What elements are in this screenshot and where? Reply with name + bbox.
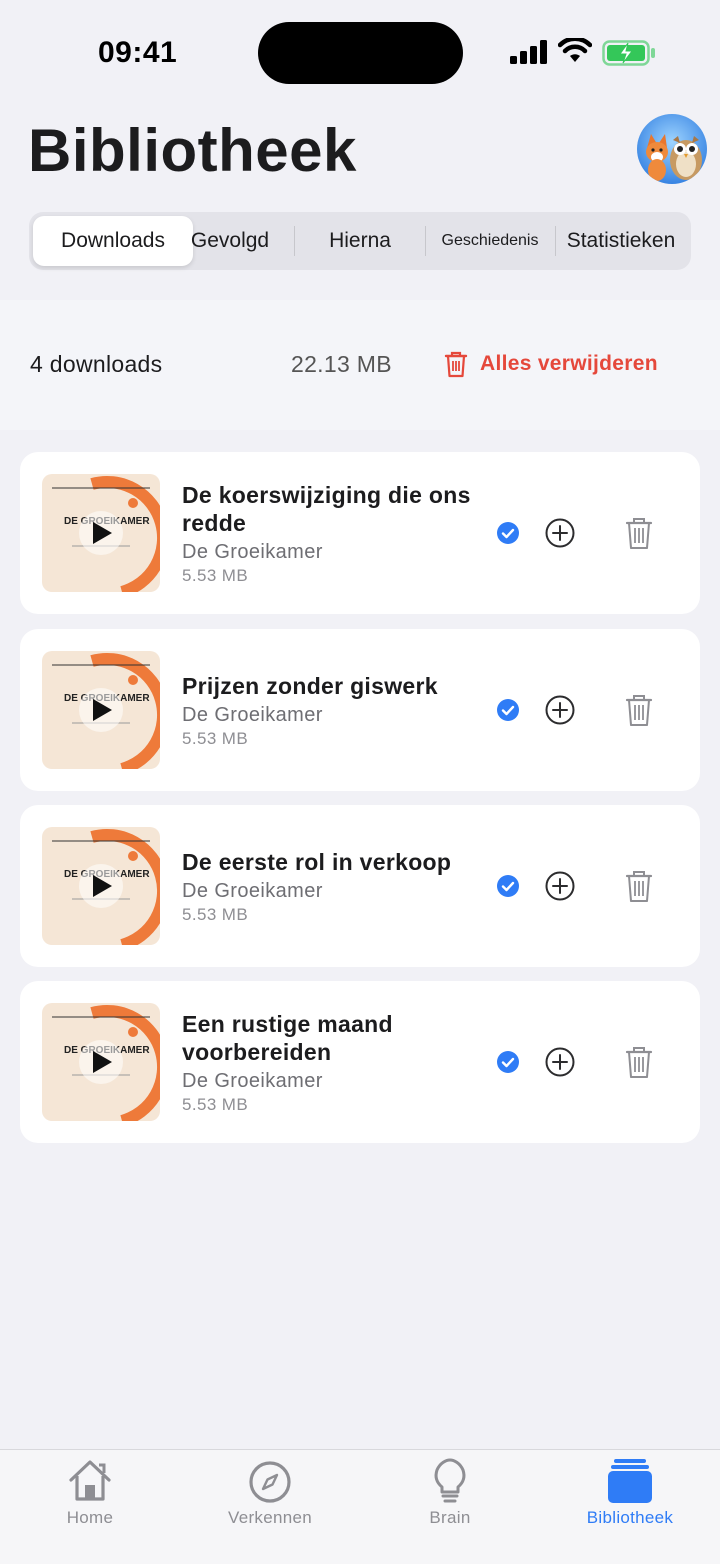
download-item[interactable]: DE GROEIKAMER De koerswijziging die ons … — [20, 452, 700, 614]
dynamic-island — [258, 22, 463, 84]
nav-brain[interactable]: Brain — [360, 1450, 540, 1564]
nav-home[interactable]: Home — [0, 1450, 180, 1564]
episode-artwork[interactable]: DE GROEIKAMER — [42, 827, 160, 945]
library-icon — [608, 1459, 652, 1503]
download-count: 4 downloads — [30, 351, 163, 377]
episode-title: De koerswijziging die ons redde — [182, 481, 471, 536]
nav-label: Home — [66, 1508, 114, 1527]
podcast-name: De Groeikamer — [182, 1069, 323, 1092]
home-icon — [69, 1460, 111, 1501]
episode-artwork[interactable]: DE GROEIKAMER — [42, 474, 160, 592]
trash-icon — [444, 351, 468, 378]
episode-file-size: 5.53 MB — [182, 728, 249, 748]
episode-file-size: 5.53 MB — [182, 1094, 249, 1114]
status-bar: 09:41 — [0, 0, 720, 100]
download-total-size: 22.13 MB — [291, 351, 392, 377]
nav-bibliotheek[interactable]: Bibliotheek — [540, 1450, 720, 1564]
episode-title: Een rustige maand voorbereiden — [182, 1010, 393, 1065]
avatar-illustration — [637, 114, 707, 184]
page-title: Bibliotheek — [28, 117, 357, 184]
delete-all-button[interactable]: Alles verwijderen — [444, 350, 658, 378]
add-to-queue-icon[interactable] — [544, 870, 576, 902]
artwork-graphic: DE GROEIKAMER — [42, 827, 160, 945]
artwork-graphic: DE GROEIKAMER — [42, 1003, 160, 1121]
podcast-name: De Groeikamer — [182, 540, 323, 563]
tab-geschiedenis[interactable]: Geschiedenis — [426, 212, 554, 270]
episode-file-size: 5.53 MB — [182, 565, 249, 585]
podcast-name: De Groeikamer — [182, 879, 323, 902]
episode-info: Prijzen zonder giswerk De Groeikamer 5.5… — [182, 629, 482, 791]
episode-file-size: 5.53 MB — [182, 904, 249, 924]
wifi-icon — [558, 38, 592, 62]
delete-download-icon[interactable] — [624, 1045, 654, 1079]
delete-all-label: Alles verwijderen — [480, 352, 658, 375]
add-to-queue-icon[interactable] — [544, 517, 576, 549]
episode-artwork[interactable]: DE GROEIKAMER — [42, 651, 160, 769]
tab-gevolgd[interactable]: Gevolgd — [165, 212, 295, 270]
battery-charging-icon — [602, 40, 655, 66]
cellular-signal-icon — [510, 40, 547, 64]
profile-avatar[interactable] — [637, 114, 707, 184]
delete-download-icon[interactable] — [624, 693, 654, 727]
downloaded-check-icon — [497, 875, 519, 897]
add-to-queue-icon[interactable] — [544, 1046, 576, 1078]
nav-label: Brain — [429, 1508, 471, 1527]
download-item[interactable]: DE GROEIKAMER Een rustige maand voorbere… — [20, 981, 700, 1143]
delete-download-icon[interactable] — [624, 516, 654, 550]
downloaded-check-icon — [497, 699, 519, 721]
tab-statistieken[interactable]: Statistieken — [556, 212, 686, 270]
episode-info: De koerswijziging die ons redde De Groei… — [182, 452, 482, 614]
episode-info: De eerste rol in verkoop De Groeikamer 5… — [182, 805, 482, 967]
status-time: 09:41 — [98, 36, 178, 69]
podcast-name: De Groeikamer — [182, 703, 323, 726]
downloaded-check-icon — [497, 522, 519, 544]
nav-verkennen[interactable]: Verkennen — [180, 1450, 360, 1564]
episode-info: Een rustige maand voorbereiden De Groeik… — [182, 981, 482, 1143]
episode-artwork[interactable]: DE GROEIKAMER — [42, 1003, 160, 1121]
episode-title: De eerste rol in verkoop — [182, 848, 452, 875]
add-to-queue-icon[interactable] — [544, 694, 576, 726]
library-segmented-control: Downloads Gevolgd Hierna Geschiedenis St… — [29, 212, 691, 270]
nav-label: Verkennen — [228, 1508, 312, 1527]
download-item[interactable]: DE GROEIKAMER De eerste rol in verkoop D… — [20, 805, 700, 967]
lightbulb-icon — [434, 1458, 466, 1503]
artwork-graphic: DE GROEIKAMER — [42, 474, 160, 592]
download-item[interactable]: DE GROEIKAMER Prijzen zonder giswerk De … — [20, 629, 700, 791]
nav-label: Bibliotheek — [586, 1508, 674, 1527]
downloaded-check-icon — [497, 1051, 519, 1073]
tab-hierna[interactable]: Hierna — [295, 212, 425, 270]
episode-title: Prijzen zonder giswerk — [182, 672, 438, 699]
delete-download-icon[interactable] — [624, 869, 654, 903]
artwork-graphic: DE GROEIKAMER — [42, 651, 160, 769]
bottom-tab-bar: Home Verkennen Brain Bibliotheek — [0, 1449, 720, 1564]
compass-icon — [249, 1461, 291, 1503]
